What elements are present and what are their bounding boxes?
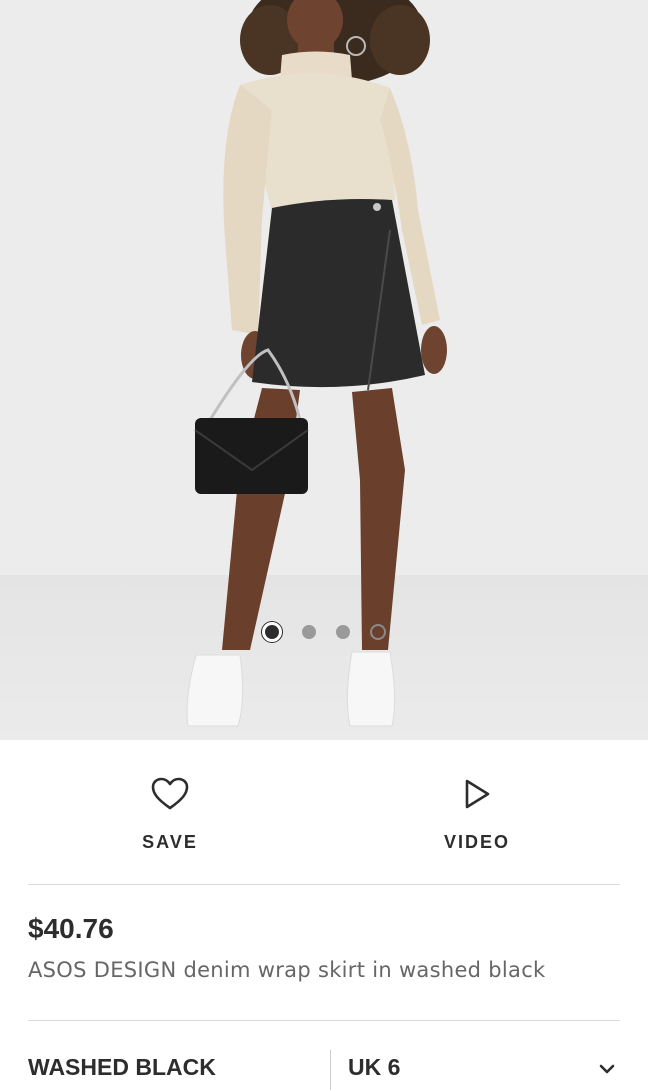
product-title: ASOS DESIGN denim wrap skirt in washed b…: [28, 958, 546, 982]
product-actions: SAVE VIDEO: [0, 740, 648, 885]
save-button[interactable]: SAVE: [70, 740, 270, 885]
gallery-dot-video[interactable]: [370, 624, 386, 640]
heart-icon: [150, 774, 190, 814]
divider: [28, 884, 620, 885]
gallery-dot-3[interactable]: [336, 625, 350, 639]
divider: [28, 1020, 620, 1021]
video-label: VIDEO: [443, 832, 510, 852]
product-image[interactable]: [0, 0, 648, 740]
variant-selectors: WASHED BLACK UK 6: [0, 1040, 648, 1090]
video-button[interactable]: VIDEO: [377, 740, 577, 885]
gallery-dot-2[interactable]: [302, 625, 316, 639]
save-label: SAVE: [142, 832, 198, 852]
selector-separator: [330, 1050, 331, 1090]
chevron-down-icon[interactable]: [598, 1060, 616, 1079]
size-select[interactable]: UK 6: [348, 1054, 400, 1081]
product-price: $40.76: [28, 913, 114, 944]
colour-value: WASHED BLACK: [28, 1054, 216, 1080]
gallery-pagination: [0, 622, 648, 642]
gallery-dot-1[interactable]: [262, 622, 282, 642]
play-icon: [457, 774, 497, 814]
